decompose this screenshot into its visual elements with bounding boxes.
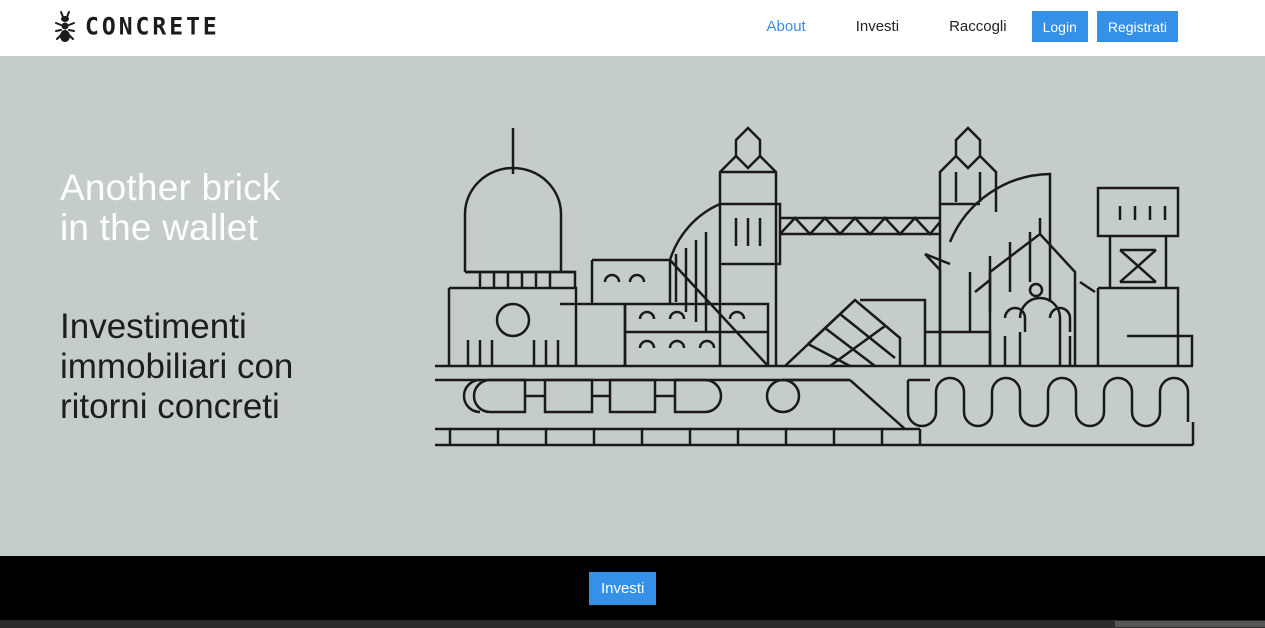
hero-sub-line1: Investimenti — [60, 307, 247, 346]
hero-sub-line3: ritorni concreti — [60, 387, 280, 426]
login-button[interactable]: Login — [1031, 11, 1088, 42]
register-button[interactable]: Registrati — [1096, 11, 1178, 42]
nav-investi-link[interactable]: Investi — [856, 18, 899, 35]
city-skyline-illustration — [435, 126, 1195, 447]
hero-headline-line1: Another brick — [60, 167, 281, 208]
nav-raccogli-link[interactable]: Raccogli — [949, 18, 1007, 35]
nav-about-link[interactable]: About — [767, 18, 806, 35]
main-nav: About Investi Raccogli Login Registrati — [767, 11, 1178, 42]
brand-logo[interactable]: CONCRETE — [53, 9, 220, 45]
ant-icon — [55, 11, 75, 42]
brand-name: CONCRETE — [85, 13, 220, 41]
horizontal-scrollbar[interactable] — [0, 620, 1265, 628]
cta-bar: Investi — [0, 556, 1265, 620]
hero-sub-line2: immobiliari con — [60, 347, 294, 386]
top-navbar: CONCRETE About Investi Raccogli Login Re… — [0, 0, 1265, 56]
hero-headline-line2: in the wallet — [60, 207, 258, 248]
scrollbar-thumb[interactable] — [1115, 621, 1265, 627]
investi-cta-button[interactable]: Investi — [589, 572, 657, 605]
hero-section: Another brick in the wallet Investimenti… — [0, 56, 1265, 556]
hero-subheadline: Investimenti immobiliari con ritorni con… — [60, 307, 293, 427]
hero-headline: Another brick in the wallet — [60, 168, 281, 248]
